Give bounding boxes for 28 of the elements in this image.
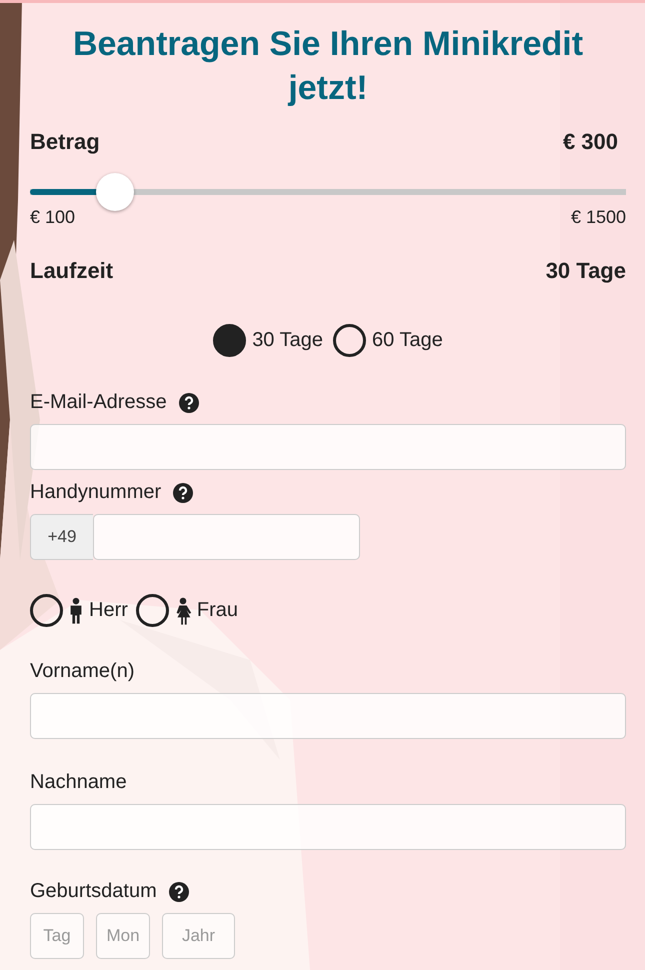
radio-label[interactable]: 60 Tage [372, 329, 443, 352]
field-label: Vorname(n) [30, 660, 134, 683]
country-code: +49 [30, 514, 93, 560]
input-field[interactable] [30, 693, 626, 739]
date-input-field[interactable]: Tag [30, 913, 84, 959]
input-field[interactable] [30, 804, 626, 850]
field-label: Nachname [30, 771, 127, 794]
amount-label: Betrag [30, 129, 100, 155]
input-field[interactable] [30, 424, 626, 470]
slider-thumb[interactable] [96, 173, 134, 211]
slider-max-label: € 1500 [570, 207, 626, 228]
slider-min-label: € 100 [30, 207, 76, 228]
amount-value: € 300 [562, 129, 618, 155]
field-label: E-Mail-Adresse [30, 391, 167, 414]
term-label: Laufzeit [30, 258, 114, 284]
radio-label[interactable]: 30 Tage [252, 329, 323, 352]
radio-button[interactable] [30, 594, 63, 627]
field-label: Geburtsdatum [30, 880, 157, 903]
radio-label[interactable]: Herr [89, 599, 128, 622]
date-input-field[interactable]: Jahr [162, 913, 235, 959]
radio-label[interactable]: Frau [196, 599, 238, 622]
page-title: Beantragen Sie Ihren Minikredit jetzt! [72, 24, 584, 109]
field-label: Handynummer [30, 481, 162, 504]
term-value: 30 Tage [546, 258, 626, 284]
phone-input-field[interactable] [93, 514, 360, 560]
radio-button[interactable] [333, 324, 366, 357]
radio-button[interactable] [136, 594, 169, 627]
date-input-field[interactable]: Mon [96, 913, 150, 959]
